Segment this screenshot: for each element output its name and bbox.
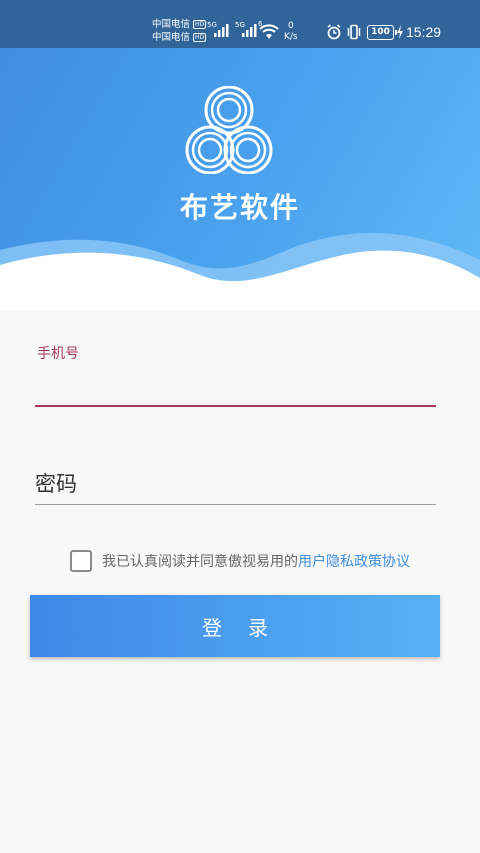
wifi-label: 6 [258,20,263,28]
password-underline [35,504,436,505]
carrier-2: 中国电信 [152,32,191,43]
phone-input[interactable] [35,366,436,404]
login-button[interactable]: 登录 [30,595,440,657]
privacy-policy-link[interactable]: 用户隐私政策协议 [298,551,410,571]
agreement-row: 我已认真阅读并同意傲视易用的 用户隐私政策协议 [70,550,410,572]
charging-icon [397,25,403,39]
brand-name: 布艺软件 [179,191,300,224]
password-input[interactable] [35,466,436,504]
alarm-icon [327,24,341,40]
vibrate-icon [347,24,361,40]
signal-bars-icon [242,24,257,37]
battery-icon: 100 [367,25,397,40]
agreement-checkbox[interactable] [70,550,92,572]
network-speed: 0 K/s [284,21,298,42]
phone-label: 手机号 [37,346,79,362]
carrier-1: 中国电信 [152,19,191,30]
hd-badge: HD [193,33,207,42]
wave-decoration [0,233,480,310]
agreement-text: 我已认真阅读并同意傲视易用的 [102,554,298,570]
hd-badge: HD [193,20,207,29]
app-logo-icon [185,86,273,174]
status-bar: 中国电信 HD 中国电信 HD 5G 5G 6 0 K/s 100 15:29 [0,0,480,48]
clock: 15:29 [406,24,442,40]
signal-bars-icon [214,24,229,37]
phone-underline [35,405,436,407]
carrier-info: 中国电信 HD 中国电信 HD [152,18,207,44]
